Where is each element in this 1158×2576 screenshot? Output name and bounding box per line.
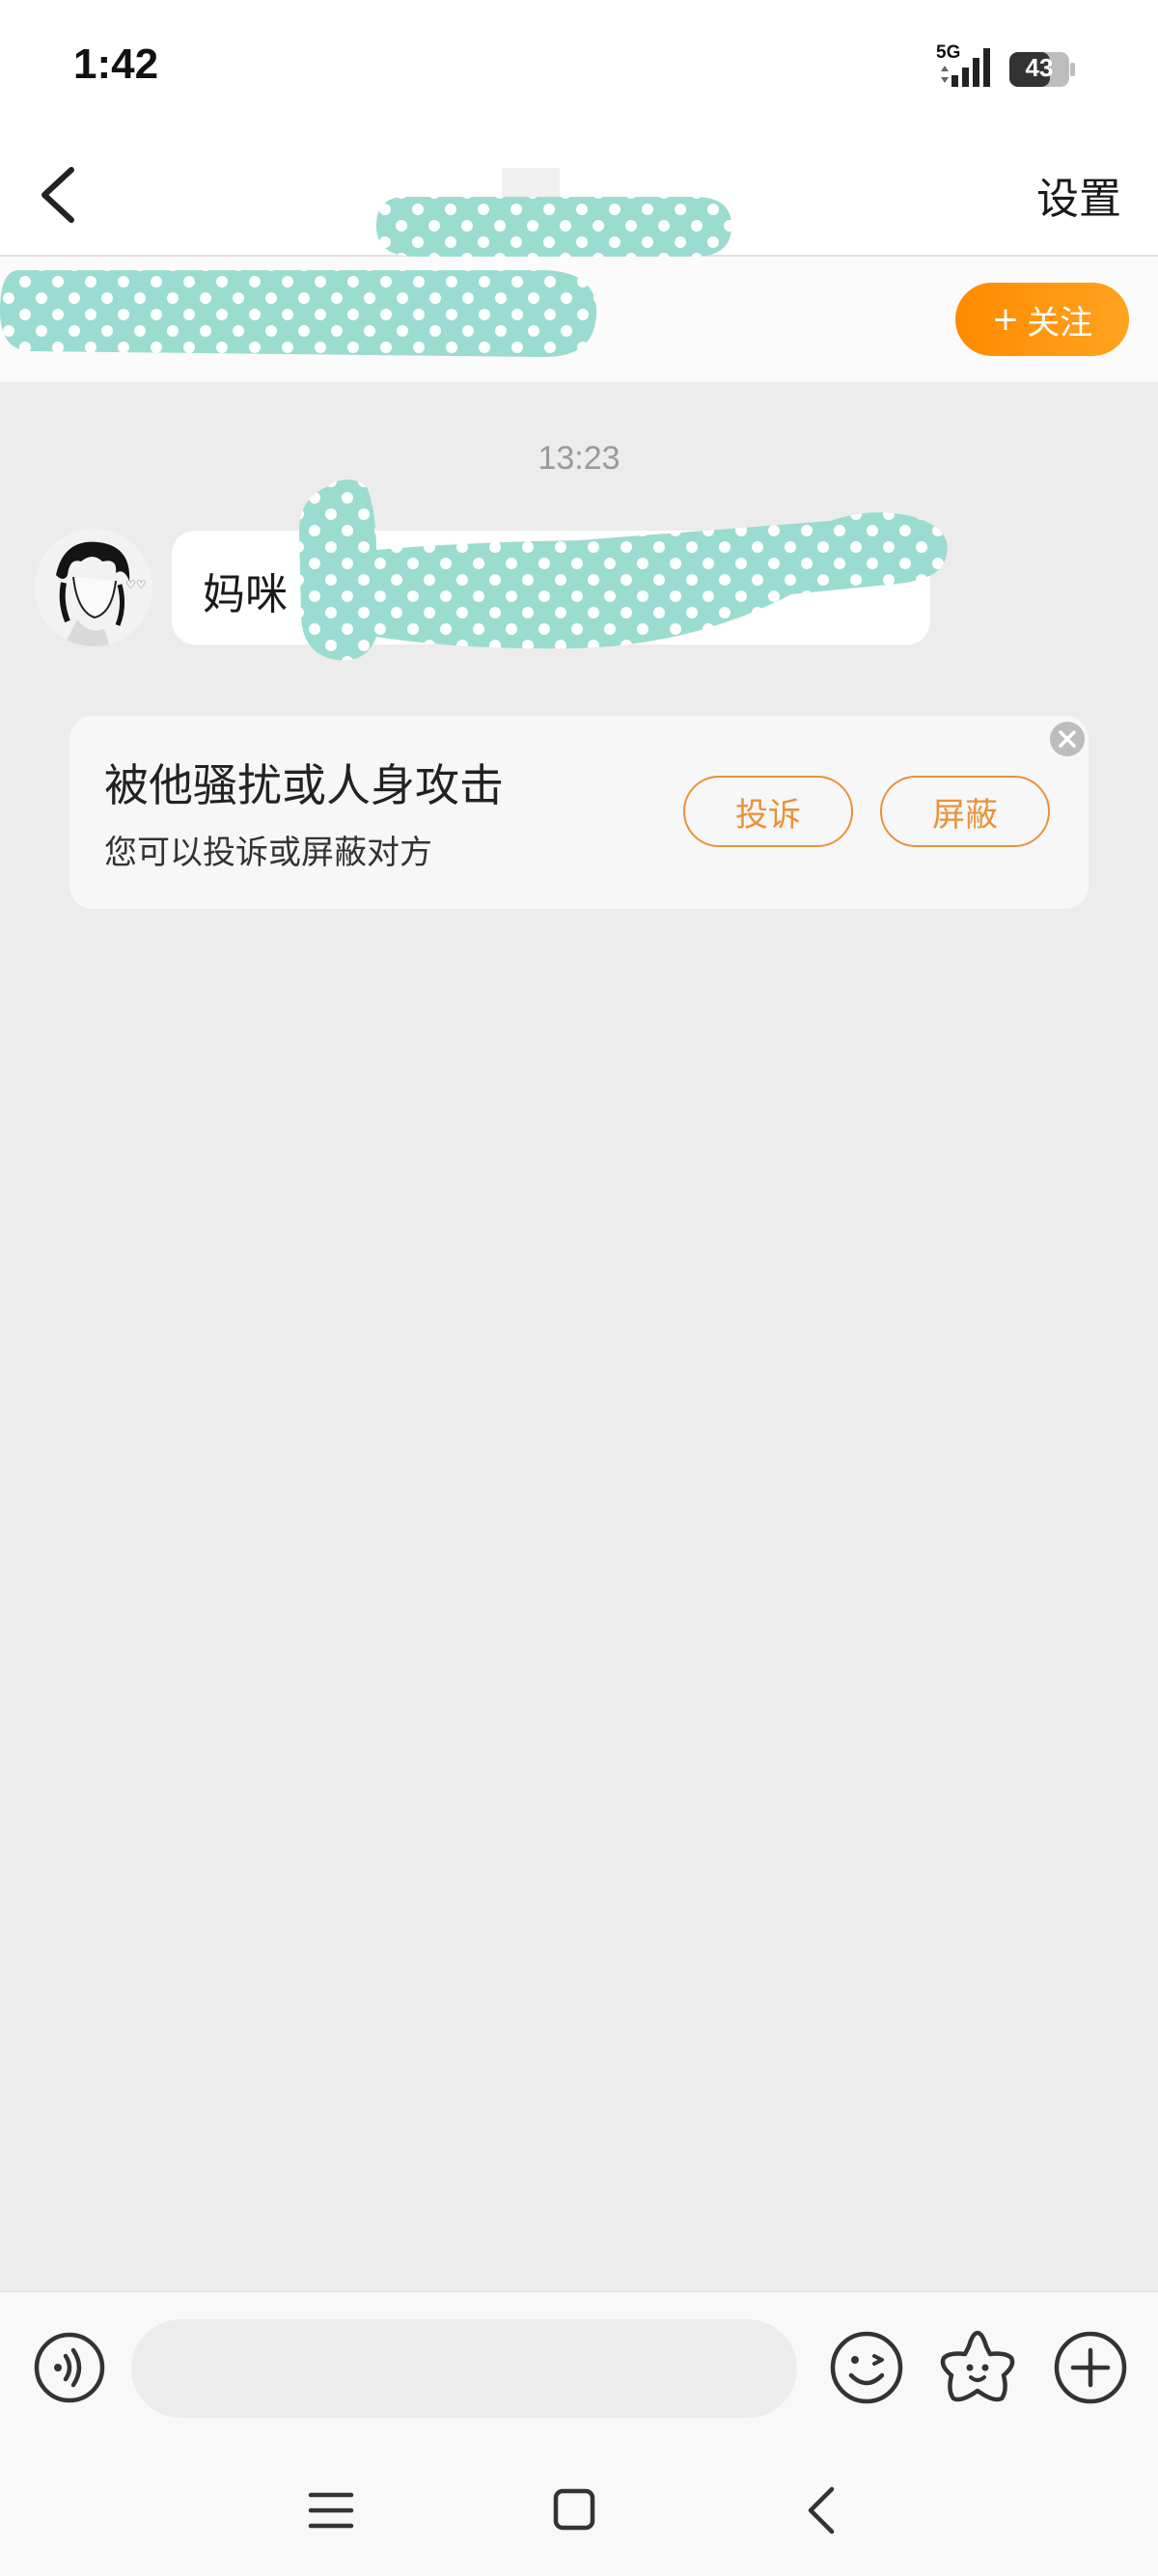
chat-header: 设置: [0, 135, 1158, 257]
status-time: 1:42: [73, 41, 159, 88]
follow-label: 关注: [1027, 303, 1093, 343]
back-button[interactable]: [27, 160, 89, 230]
close-icon[interactable]: [1048, 720, 1087, 758]
plus-icon[interactable]: [1052, 2329, 1129, 2406]
harassment-card: 被他骚扰或人身攻击 您可以投诉或屏蔽对方 投诉 屏蔽: [69, 716, 1089, 909]
name-redaction: [0, 270, 597, 358]
avatar[interactable]: ♡♡: [35, 529, 152, 646]
sticker-icon[interactable]: [938, 2327, 1017, 2406]
system-navigation-bar: [0, 2435, 1158, 2576]
home-icon[interactable]: [552, 2487, 596, 2532]
profile-follow-bar: + 关注: [0, 257, 1158, 382]
block-button[interactable]: 屏蔽: [880, 776, 1050, 847]
svg-text:♡♡: ♡♡: [125, 578, 147, 591]
message-redaction: [299, 480, 948, 661]
emoji-icon[interactable]: [828, 2329, 905, 2406]
input-bar: [0, 2290, 1158, 2437]
avatar-image: ♡♡: [35, 529, 152, 646]
voice-icon[interactable]: [33, 2331, 106, 2404]
follow-button[interactable]: + 关注: [955, 283, 1129, 356]
harassment-card-title: 被他骚扰或人身攻击: [104, 759, 504, 811]
network-label: 5G: [936, 42, 961, 63]
message-text: 妈咪: [203, 570, 288, 619]
status-bar: 1:42 5G 43: [0, 0, 1158, 135]
plus-icon: +: [991, 300, 1020, 339]
report-button[interactable]: 投诉: [683, 776, 853, 847]
title-redaction: [376, 168, 731, 257]
message-input[interactable]: [131, 2319, 797, 2418]
settings-button[interactable]: 设置: [1036, 164, 1121, 226]
harassment-card-subtitle: 您可以投诉或屏蔽对方: [104, 834, 432, 872]
battery-level: 43: [1025, 53, 1054, 82]
menu-icon[interactable]: [307, 2489, 355, 2532]
system-back-icon[interactable]: [803, 2483, 838, 2537]
